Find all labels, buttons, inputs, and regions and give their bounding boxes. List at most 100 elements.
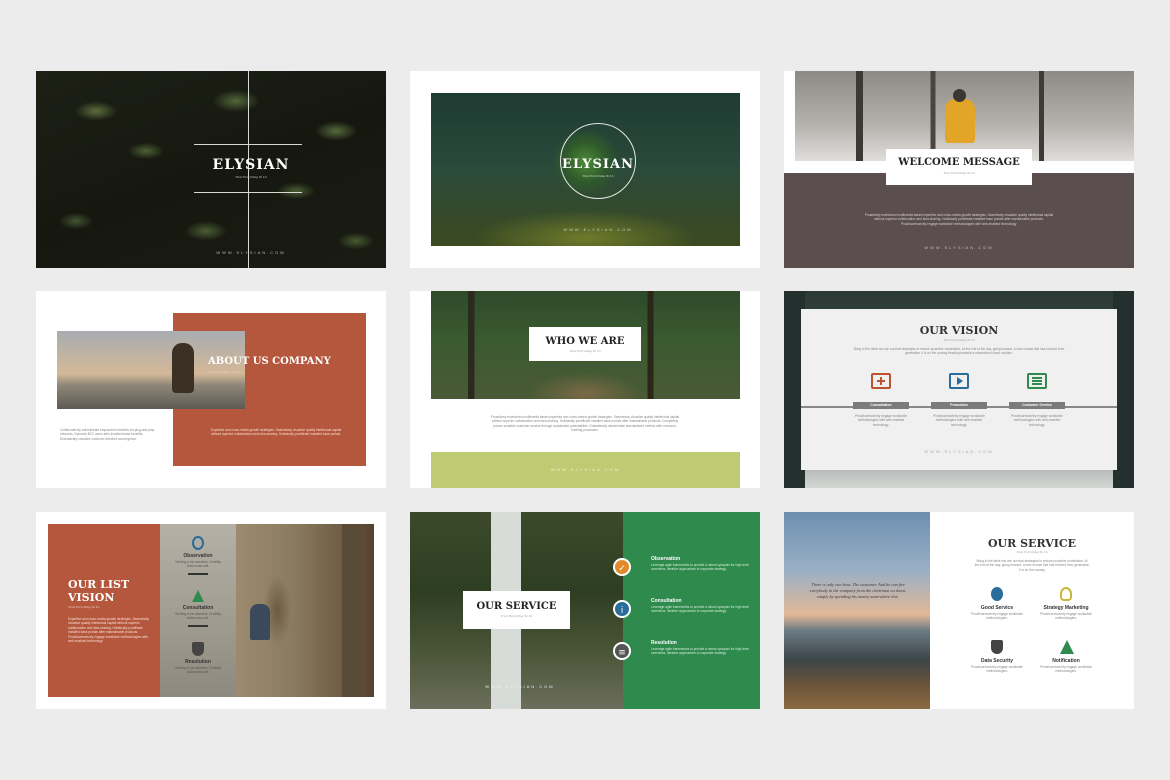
title-box: WHO WE ARE Trust Everything To Us <box>529 327 641 361</box>
list-icon <box>1027 373 1047 389</box>
item-text-resolution: Tending to be selective. Credibly build … <box>175 666 221 675</box>
body-right: Expertise and cross-media growth strateg… <box>211 428 342 437</box>
label-customer-service: Customer Service <box>1009 402 1065 409</box>
promotion-text: Phosfluorescently engage worldwide metho… <box>933 414 985 427</box>
customer-service-text: Phosfluorescently engage worldwide metho… <box>1011 414 1063 427</box>
website-url: WWW.ELYSIAN.COM <box>550 467 621 472</box>
website-url: WWW.ELYSIAN.COM <box>924 245 994 250</box>
lime-band: WWW.ELYSIAN.COM <box>431 452 740 488</box>
website-url: WWW.ELYSIAN.COM <box>485 684 555 689</box>
divider-bottom <box>194 192 302 193</box>
slide-welcome-message[interactable]: WELCOME MESSAGE Trust Everything To Us P… <box>784 71 1134 268</box>
item-text-observation: Tending to be selective. Credibly build … <box>175 560 221 569</box>
item-text-notification: Phosfluorescently engage worldwide metho… <box>1040 665 1092 674</box>
green-panel: Observation Leverage agile frameworks to… <box>623 512 760 709</box>
slide-title: OUR VISION <box>919 324 999 337</box>
tagline: Trust Everything To Us <box>569 349 601 353</box>
slide-title: WELCOME MESSAGE <box>898 157 1020 168</box>
quote-text: There is only one boss. The customer. An… <box>809 582 907 599</box>
hiker-figure <box>250 604 270 640</box>
clipboard-icon: ≡ <box>613 642 631 660</box>
slide-title: OUR SERVICE <box>476 601 557 612</box>
title-box: WELCOME MESSAGE Trust Everything To Us <box>886 149 1032 185</box>
item-label-notification: Notification <box>1052 658 1080 664</box>
tagline: Trust Everything To Us <box>943 338 975 342</box>
snow-forest-photo <box>795 71 1134 161</box>
title-line1: OUR LIST <box>68 578 130 591</box>
intro-text: Bring to the table win-win survival stra… <box>853 347 1065 356</box>
tagline: Trust Everything To Us <box>208 370 240 374</box>
website-url: WWW.ELYSIAN.COM <box>924 449 994 454</box>
website-url: WWW.ELYSIAN.COM <box>563 227 633 232</box>
title-box: OUR SERVICE Trust Everything To Us <box>463 591 570 629</box>
play-icon <box>949 373 969 389</box>
item-label-consultation: Consultation <box>651 598 682 604</box>
title-line2: VISION <box>68 591 115 604</box>
tagline: Trust Everything To Us <box>500 614 533 618</box>
drop-icon <box>991 587 1003 601</box>
hiker-photo <box>236 524 374 697</box>
slide-title: OUR SERVICE <box>987 537 1077 550</box>
item-text-consultation: Tending to be selective. Credibly build … <box>175 612 221 621</box>
item-label-consultation: Consultation <box>182 605 214 611</box>
person-silhouette <box>172 343 194 393</box>
tagline: Trust Everything To Us <box>68 605 100 609</box>
tagline: Trust Everything To Us <box>943 171 975 175</box>
item-text-data-security: Phosfluorescently engage worldwide metho… <box>971 665 1023 674</box>
slide-our-list-vision[interactable]: OUR LIST VISION Trust Everything To Us E… <box>36 512 386 709</box>
label-promotion: Promotion <box>931 402 987 409</box>
divider <box>188 625 208 627</box>
checklist-icon: ✓ <box>613 558 631 576</box>
item-text-good-service: Phosfluorescently engage worldwide metho… <box>971 612 1023 621</box>
tagline: Trust Everything To Us <box>235 175 267 179</box>
tagline: Trust Everything To Us <box>1016 550 1048 554</box>
item-label-observation: Observation <box>651 556 681 562</box>
tree-icon <box>1060 640 1074 654</box>
brand-title: ELYSIAN <box>562 157 634 172</box>
slide-title: ABOUT US COMPANY <box>208 356 331 367</box>
item-label-data-security: Data Security <box>981 658 1013 664</box>
slide-title-moss[interactable]: ELYSIAN Trust Everything To Us WWW.ELYSI… <box>410 71 760 268</box>
item-label-good-service: Good Service <box>980 605 1014 611</box>
item-text-consultation: Leverage agile frameworks to provide a r… <box>651 605 749 614</box>
item-label-resolution: Resolution <box>185 659 211 665</box>
yellow-jacket-figure <box>945 99 975 143</box>
intro-text: Bring to the table win-win survival stra… <box>974 559 1090 572</box>
bulb-icon <box>1060 587 1072 601</box>
moss-photo: ELYSIAN Trust Everything To Us WWW.ELYSI… <box>431 93 740 246</box>
slide-title-ferns[interactable]: ELYSIAN Trust Everything To Us WWW.ELYSI… <box>36 71 386 268</box>
body-text: Expertise and cross-media growth strateg… <box>68 617 149 644</box>
divider-top <box>194 144 302 145</box>
slide-who-we-are[interactable]: WHO WE ARE Trust Everything To Us Proact… <box>410 291 760 488</box>
consultation-text: Phosfluorescently engage worldwide metho… <box>855 414 907 427</box>
tagline: Trust Everything To Us <box>582 174 614 178</box>
sea-sunset-photo: There is only one boss. The customer. An… <box>784 512 930 709</box>
waterfall-photo: OUR SERVICE Trust Everything To Us WWW.E… <box>410 512 623 709</box>
item-text-observation: Leverage agile frameworks to provide a r… <box>651 563 749 572</box>
item-text-strategy-marketing: Phosfluorescently engage worldwide metho… <box>1040 612 1092 621</box>
body-left: Collaboratively administrate empowered m… <box>60 428 155 441</box>
slide-our-service-waterfall[interactable]: OUR SERVICE Trust Everything To Us WWW.E… <box>410 512 760 709</box>
tree-trunk <box>342 524 362 697</box>
shield-icon <box>991 640 1003 654</box>
label-consultation: Consultation <box>853 402 909 409</box>
info-icon: i <box>613 600 631 618</box>
item-label-observation: Observation <box>183 553 213 559</box>
body-text: Proactively envisioned multimedia based … <box>490 415 680 433</box>
plus-monitor-icon <box>871 373 891 389</box>
divider <box>188 573 208 575</box>
brand-title: ELYSIAN <box>212 157 290 173</box>
item-text-resolution: Leverage agile frameworks to provide a r… <box>651 647 749 656</box>
rust-panel: OUR LIST VISION Trust Everything To Us E… <box>48 524 160 697</box>
slide-our-service-sea[interactable]: There is only one boss. The customer. An… <box>784 512 1134 709</box>
content-card: OUR VISION Trust Everything To Us Bring … <box>801 309 1117 470</box>
body-text: Proactively envisioned multimedia based … <box>864 213 1054 226</box>
head <box>953 89 966 102</box>
tree-icon <box>192 590 204 602</box>
slide-our-vision[interactable]: OUR VISION Trust Everything To Us Bring … <box>784 291 1134 488</box>
slide-title: WHO WE ARE <box>545 336 625 347</box>
slide-about-us[interactable]: ABOUT US COMPANY Trust Everything To Us … <box>36 291 386 488</box>
drop-icon <box>192 536 204 550</box>
website-url: WWW.ELYSIAN.COM <box>216 250 286 255</box>
item-label-strategy-marketing: Strategy Marketing <box>1043 605 1089 611</box>
